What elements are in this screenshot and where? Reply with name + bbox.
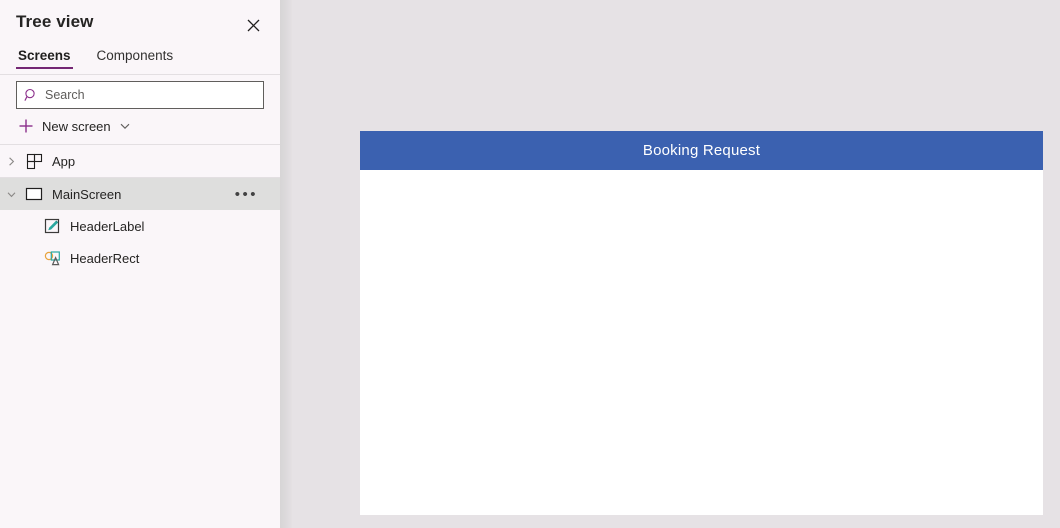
close-icon[interactable]	[240, 12, 266, 38]
tree-row-mainscreen[interactable]: MainScreen •••	[0, 178, 280, 210]
label-pencil-icon	[40, 218, 64, 235]
app-root: Tree view Screens Components Search New …	[0, 0, 1060, 528]
app-grid-icon	[22, 153, 46, 170]
screen-canvas[interactable]: Booking Request	[360, 131, 1043, 515]
tree-row-app[interactable]: App	[0, 145, 280, 177]
tab-components[interactable]: Components	[95, 48, 176, 69]
search-input[interactable]	[45, 82, 263, 108]
tab-screens-label: Screens	[18, 48, 71, 63]
app-grid-icon-glyph	[26, 153, 42, 169]
chevron-down-icon[interactable]	[119, 120, 131, 132]
panel-divider	[280, 0, 292, 528]
search-icon	[17, 88, 45, 102]
new-screen-label: New screen	[42, 118, 111, 134]
tabs-divider	[0, 74, 280, 75]
chevron-down-icon-glyph	[120, 123, 130, 129]
panel-header: Tree view	[0, 0, 280, 48]
header-rectangle[interactable]: Booking Request	[360, 131, 1043, 170]
tree-row-headerrect-label: HeaderRect	[70, 250, 140, 266]
panel-title: Tree view	[16, 12, 94, 31]
search-icon-glyph	[24, 88, 35, 101]
shapes-icon-glyph	[44, 250, 60, 265]
tab-screens[interactable]: Screens	[16, 48, 73, 69]
chevron-right-icon-glyph	[8, 156, 14, 166]
chevron-right-icon[interactable]	[0, 156, 22, 167]
chevron-down-icon[interactable]	[0, 189, 22, 200]
new-screen-button[interactable]: New screen	[16, 114, 131, 138]
tree-row-app-label: App	[52, 153, 76, 169]
shapes-icon	[40, 250, 64, 267]
tree-row-mainscreen-label: MainScreen	[52, 186, 122, 202]
screen-body[interactable]	[360, 170, 1043, 515]
panel-tabs: Screens Components	[0, 48, 280, 74]
header-label[interactable]: Booking Request	[643, 142, 760, 159]
chevron-down-icon-glyph	[7, 191, 15, 197]
tree-row-headerrect[interactable]: HeaderRect	[0, 242, 280, 274]
screen-rectangle-icon-glyph	[25, 187, 43, 201]
plus-icon	[16, 116, 36, 136]
screen-rectangle-icon	[22, 185, 46, 203]
close-icon-glyph	[247, 19, 259, 31]
tree-view-panel: Tree view Screens Components Search New …	[0, 0, 280, 528]
more-options-icon[interactable]: •••	[235, 178, 258, 210]
tree-list: App MainScreen ••• HeaderLabel HeaderRec…	[0, 144, 280, 274]
search-box[interactable]	[16, 81, 264, 109]
plus-icon-glyph	[19, 119, 33, 133]
tree-row-headerlabel[interactable]: HeaderLabel	[0, 210, 280, 242]
tab-components-label: Components	[96, 48, 174, 63]
canvas-area[interactable]: Booking Request	[292, 0, 1060, 528]
tree-row-headerlabel-label: HeaderLabel	[70, 218, 145, 234]
label-pencil-icon-glyph	[44, 218, 59, 233]
